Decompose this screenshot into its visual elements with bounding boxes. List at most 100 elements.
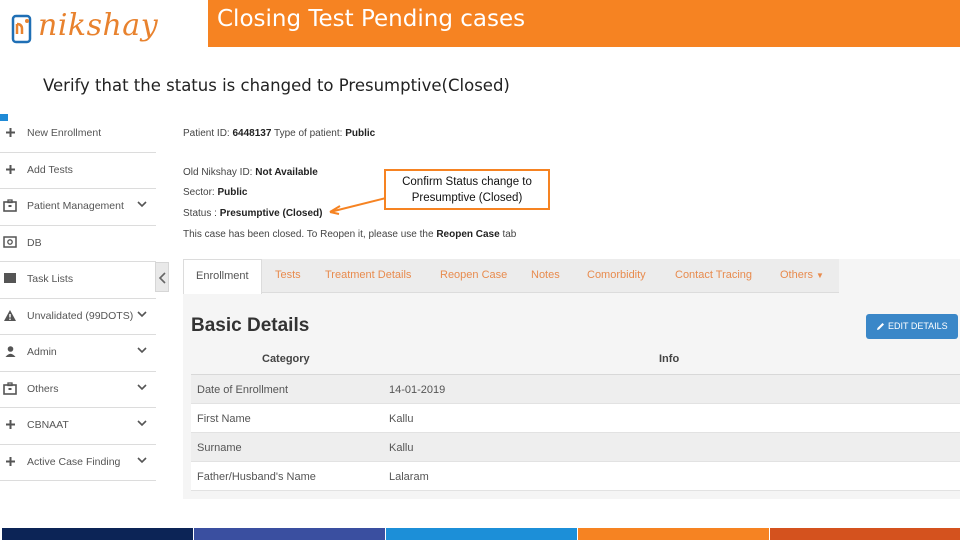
sector-label: Sector: [183, 187, 215, 198]
plus-icon [3, 455, 17, 469]
status-callout: Confirm Status change to Presumptive (Cl… [384, 169, 550, 210]
sidebar-item-label: CBNAAT [27, 419, 69, 431]
old-id-value: Not Available [255, 167, 318, 178]
plus-icon [3, 163, 17, 177]
chevron-down-icon [136, 417, 150, 431]
tab-tests[interactable]: Tests [275, 269, 301, 281]
closed-msg-text: This case has been closed. To Reopen it,… [183, 229, 434, 240]
table-row: Surname Kallu [191, 433, 960, 462]
caret-down-icon: ▼ [816, 271, 824, 280]
callout-line-1: Confirm Status change to [402, 176, 532, 188]
sidebar-item-label: Task Lists [27, 273, 74, 285]
list-icon [3, 272, 17, 286]
slide-title: Closing Test Pending cases [217, 6, 526, 32]
patient-id-line: Patient ID: 6448137 Type of patient: Pub… [183, 128, 375, 139]
briefcase-icon [3, 381, 17, 396]
sidebar-item-label: Admin [27, 346, 57, 358]
table-row: Father/Husband's Name Lalaram [191, 462, 960, 491]
title-bar: Closing Test Pending cases [208, 0, 960, 47]
tab-label: Notes [531, 269, 560, 281]
slide-subtitle: Verify that the status is changed to Pre… [43, 76, 510, 95]
chevron-down-icon [136, 454, 150, 468]
edit-details-label: EDIT DETAILS [888, 321, 948, 331]
column-header-category: Category [262, 353, 310, 365]
table-row: Date of Enrollment 14-01-2019 [191, 375, 960, 404]
status-label: Status : [183, 208, 217, 219]
logo-wordmark: nikshay [38, 8, 159, 43]
sidebar-item-add-tests[interactable]: Add Tests [0, 153, 156, 189]
sidebar-item-label: Unvalidated (99DOTS) [27, 309, 134, 322]
chevron-down-icon [136, 198, 150, 212]
row-info: Kallu [389, 442, 414, 454]
closed-msg-reopen: Reopen Case [436, 229, 500, 240]
case-closed-message: This case has been closed. To Reopen it,… [183, 229, 516, 240]
sidebar-item-label: Active Case Finding [27, 455, 121, 468]
old-id-label: Old Nikshay ID: [183, 167, 253, 178]
chevron-down-icon [136, 308, 150, 322]
sidebar-item-unvalidated-99dots[interactable]: Unvalidated (99DOTS) [0, 299, 156, 335]
tab-notes[interactable]: Notes [531, 269, 560, 281]
footer-band-segment [386, 528, 577, 540]
user-icon [3, 345, 17, 359]
tab-reopen-case[interactable]: Reopen Case [440, 269, 507, 281]
status-line: Status : Presumptive (Closed) [183, 208, 323, 219]
closed-msg-tail: tab [502, 229, 517, 240]
sidebar-item-new-enrollment[interactable]: New Enrollment [0, 116, 156, 153]
tab-label: Comorbidity [587, 269, 646, 281]
footer-band-segment [578, 528, 769, 540]
chevron-down-icon [136, 381, 150, 395]
table-row: First Name Kallu [191, 404, 960, 433]
sidebar-item-label: Others [27, 382, 59, 395]
tab-enrollment[interactable]: Enrollment [183, 259, 262, 294]
sidebar-item-label: New Enrollment [27, 127, 102, 139]
row-category: Father/Husband's Name [197, 471, 316, 483]
plus-icon [3, 418, 17, 432]
sidebar-item-others[interactable]: Others [0, 372, 156, 408]
sidebar-item-label: Patient Management [27, 200, 124, 212]
footer-band-segment [2, 528, 193, 540]
phone-logo-icon [11, 14, 32, 44]
row-info: 14-01-2019 [389, 384, 446, 396]
sidebar-item-db[interactable]: DB [0, 226, 156, 262]
footer-band-segment [194, 528, 385, 540]
chevron-down-icon [136, 344, 150, 358]
sidebar: New Enrollment Add Tests Patient Managemen… [0, 116, 156, 481]
edit-details-button[interactable]: EDIT DETAILS [866, 314, 958, 339]
patient-id-label: Patient ID: [183, 128, 230, 139]
tab-bar: Enrollment Tests Treatment Details Reope… [183, 259, 839, 294]
patient-type-value: Public [345, 128, 376, 139]
footer-band-segment [770, 528, 960, 540]
tab-comorbidity[interactable]: Comorbidity [587, 269, 646, 281]
sidebar-item-admin[interactable]: Admin [0, 335, 156, 372]
callout-arrow-icon [329, 197, 387, 215]
sidebar-item-active-case-finding[interactable]: Active Case Finding [0, 445, 156, 481]
status-value: Presumptive (Closed) [219, 208, 323, 219]
row-category: First Name [197, 413, 251, 425]
tab-label: Others [780, 269, 814, 281]
patient-id-value: 6448137 [232, 128, 272, 139]
tab-label: Reopen Case [440, 269, 508, 281]
tab-others[interactable]: Others ▼ [780, 269, 824, 281]
briefcase-icon [3, 199, 17, 213]
chevron-left-icon [158, 272, 166, 284]
sidebar-item-task-lists[interactable]: Task Lists [0, 262, 156, 299]
tab-treatment-details[interactable]: Treatment Details [325, 269, 411, 281]
tab-label: Tests [275, 269, 301, 281]
row-info: Kallu [389, 413, 414, 425]
tab-label: Enrollment [196, 270, 249, 282]
sidebar-item-label: Add Tests [27, 163, 73, 176]
sidebar-item-patient-management[interactable]: Patient Management [0, 189, 156, 226]
tab-label: Treatment Details [325, 269, 412, 281]
sector-value: Public [217, 187, 248, 198]
section-title: Basic Details [191, 315, 310, 336]
tab-label: Contact Tracing [675, 269, 753, 281]
row-info: Lalaram [389, 471, 429, 483]
sidebar-collapse-button[interactable] [155, 262, 169, 292]
nikshay-logo: nikshay [10, 8, 160, 52]
tab-contact-tracing[interactable]: Contact Tracing [675, 269, 752, 281]
plus-icon [3, 126, 17, 140]
patient-type-label: Type of patient: [274, 128, 343, 139]
row-category: Date of Enrollment [197, 384, 289, 396]
callout-line-2: Presumptive (Closed) [411, 192, 523, 204]
sidebar-item-cbnaat[interactable]: CBNAAT [0, 408, 156, 445]
